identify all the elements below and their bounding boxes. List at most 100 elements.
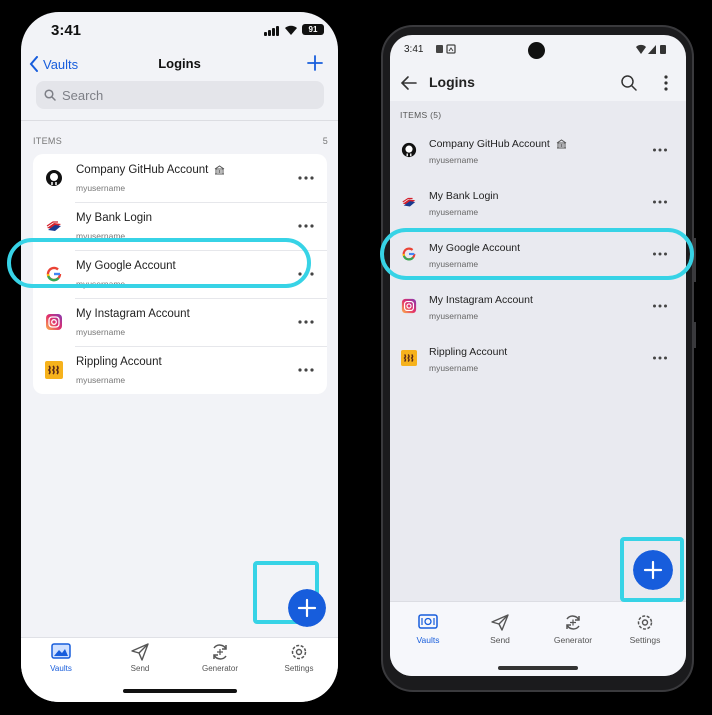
tab-settings[interactable]: Settings (610, 614, 680, 645)
github-icon (401, 142, 417, 158)
status-time: 3:41 (404, 44, 424, 55)
gear-icon (637, 615, 653, 630)
nav-bar: Vaults Logins (21, 52, 338, 82)
rippling-icon (401, 350, 417, 366)
front-camera (528, 42, 545, 59)
more-options-icon[interactable] (297, 171, 315, 185)
rippling-icon (45, 361, 63, 379)
item-username: myusername (429, 311, 479, 321)
volume-button (693, 322, 696, 348)
signal-icon (264, 26, 280, 36)
item-name-text: Company GitHub Account (429, 138, 550, 150)
page-title: Logins (158, 56, 201, 71)
organization-icon (556, 139, 567, 149)
status-bar: 3:41 (390, 35, 686, 65)
tab-label: Vaults (416, 635, 440, 645)
tab-label: Settings (629, 635, 661, 645)
system-status-icons (636, 44, 666, 54)
tab-label: Send (490, 635, 510, 645)
highlight-ring (380, 228, 694, 280)
status-time: 3:41 (51, 22, 82, 39)
gesture-bar (498, 666, 578, 670)
item-name: Company GitHub Account (429, 138, 567, 150)
more-options-icon[interactable] (652, 196, 668, 208)
item-username: myusername (429, 363, 479, 373)
app-bar: Logins (390, 65, 686, 101)
item-username: myusername (76, 327, 126, 337)
tab-label: Generator (201, 664, 239, 673)
item-name-text: Company GitHub Account (76, 164, 209, 176)
search-input[interactable]: Search (36, 81, 324, 109)
search-icon[interactable] (620, 74, 638, 92)
item-username: myusername (76, 183, 126, 193)
notification-icons (436, 44, 456, 54)
divider (21, 120, 338, 121)
search-icon (44, 89, 56, 101)
instagram-icon (46, 314, 62, 330)
more-options-icon[interactable] (297, 219, 315, 233)
more-options-icon[interactable] (652, 300, 668, 312)
section-count: 5 (322, 136, 328, 146)
gear-icon (291, 644, 307, 660)
item-name: Rippling Account (76, 356, 162, 368)
list-item[interactable]: Rippling Account myusername (33, 346, 327, 394)
item-name: My Bank Login (429, 190, 499, 202)
send-icon (131, 643, 149, 661)
bottom-navigation: Vaults Send Generator Settings (390, 601, 686, 676)
more-options-icon[interactable] (297, 315, 315, 329)
add-item-button[interactable] (288, 589, 326, 627)
more-options-icon[interactable] (652, 144, 668, 156)
tab-send[interactable]: Send (105, 643, 175, 673)
tab-generator[interactable]: Generator (538, 614, 608, 645)
bank-logo-icon (402, 197, 416, 207)
section-header: ITEMS 5 (33, 136, 328, 146)
item-name: My Instagram Account (76, 308, 190, 320)
tab-label: Generator (553, 635, 593, 645)
item-name: My Instagram Account (429, 294, 533, 306)
item-username: myusername (429, 155, 479, 165)
generator-icon (566, 615, 580, 630)
tab-settings[interactable]: Settings (264, 643, 334, 673)
item-name: My Bank Login (76, 212, 153, 224)
instagram-icon (401, 298, 417, 314)
add-item-button[interactable] (633, 550, 673, 590)
vault-icon (51, 643, 71, 659)
tab-send[interactable]: Send (465, 614, 535, 645)
tab-vaults[interactable]: Vaults (26, 643, 96, 673)
list-item[interactable]: Company GitHub Account myusername (390, 126, 686, 178)
organization-icon (215, 165, 225, 175)
section-header: ITEMS (5) (400, 110, 442, 120)
search-placeholder: Search (62, 87, 104, 103)
list-item[interactable]: Rippling Account myusername (390, 334, 686, 386)
item-name: Rippling Account (429, 346, 508, 358)
tab-label: Settings (284, 664, 314, 673)
page-title: Logins (429, 74, 475, 90)
generator-icon (213, 644, 227, 660)
highlight-ring (7, 238, 311, 288)
list-item[interactable]: My Instagram Account myusername (33, 298, 327, 346)
wifi-icon (285, 25, 297, 35)
home-indicator (123, 689, 237, 693)
add-icon[interactable] (306, 54, 324, 72)
more-options-icon[interactable] (652, 352, 668, 364)
item-username: myusername (429, 207, 479, 217)
tab-label: Send (130, 664, 150, 673)
power-button (693, 238, 696, 282)
item-name: Company GitHub Account (76, 164, 225, 176)
send-icon (491, 614, 509, 631)
battery-icon: 91 (302, 24, 324, 35)
tab-generator[interactable]: Generator (185, 643, 255, 673)
overflow-menu-icon[interactable] (662, 74, 670, 92)
section-label: ITEMS (33, 136, 63, 146)
tab-vaults[interactable]: Vaults (393, 614, 463, 645)
list-item[interactable]: My Bank Login myusername (390, 178, 686, 230)
item-username: myusername (76, 375, 126, 385)
list-item[interactable]: My Instagram Account myusername (390, 282, 686, 334)
github-icon (46, 170, 62, 186)
more-options-icon[interactable] (297, 363, 315, 377)
bank-logo-icon (46, 221, 61, 231)
tab-label: Vaults (50, 664, 72, 673)
list-item[interactable]: Company GitHub Account myusername (33, 154, 327, 202)
status-bar: 3:41 91 (21, 12, 338, 46)
arrow-left-icon[interactable] (400, 74, 418, 92)
